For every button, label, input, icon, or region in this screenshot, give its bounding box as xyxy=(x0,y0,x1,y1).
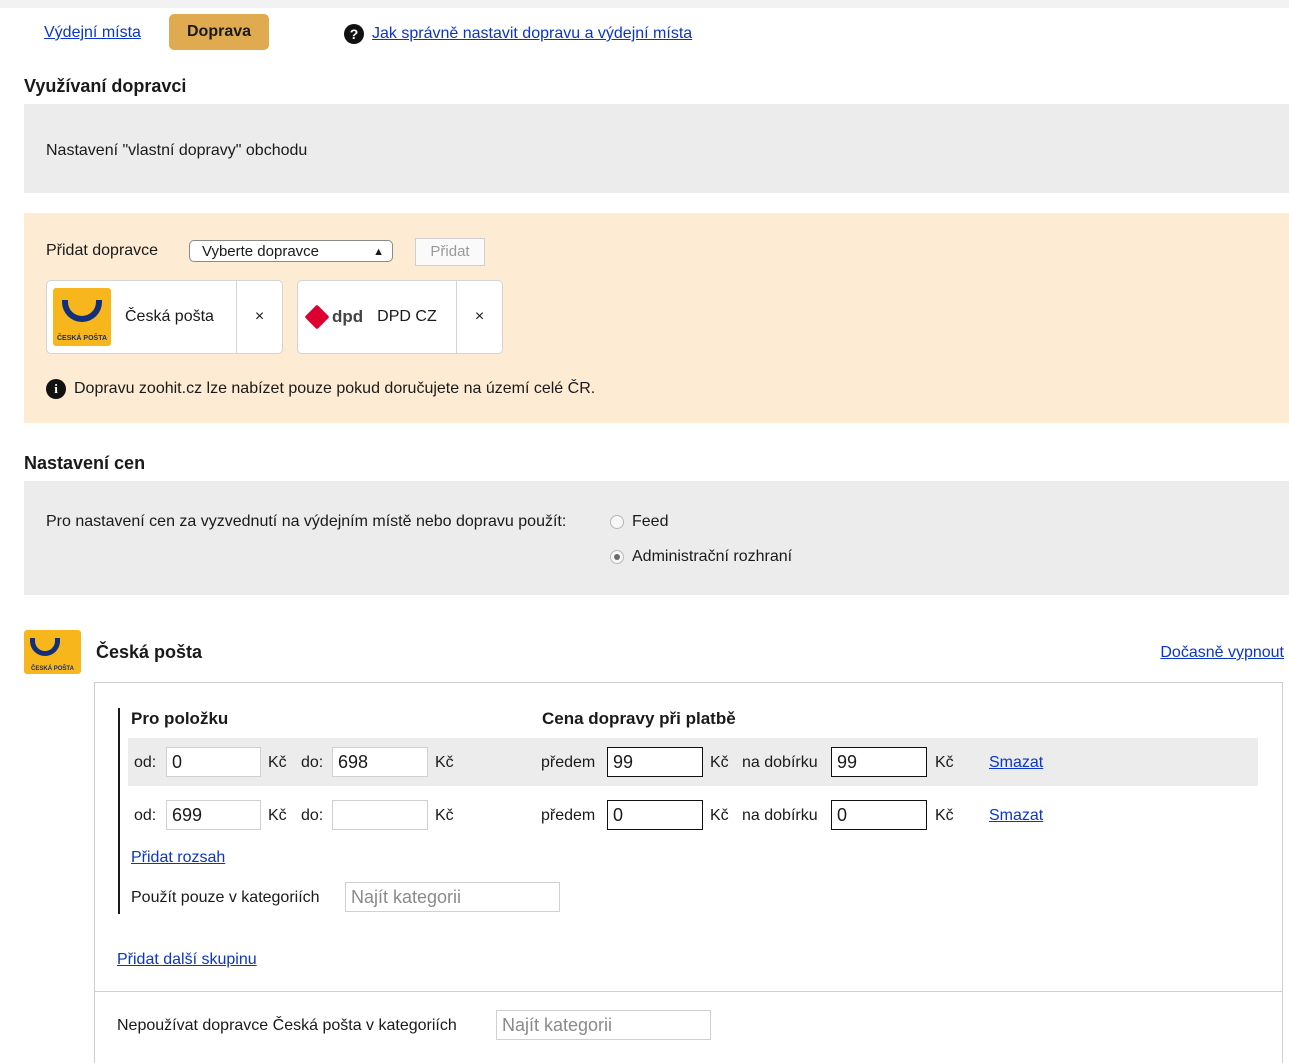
carrier-select-value: Vyberte dopravce xyxy=(202,243,320,260)
tab-shipping[interactable]: Doprava xyxy=(169,14,269,50)
own-shipping-box: Nastavení "vlastní dopravy" obchodu xyxy=(24,104,1289,193)
radio-circle-checked-icon xyxy=(610,550,624,564)
currency-label: Kč xyxy=(268,754,287,771)
radio-label: Feed xyxy=(632,513,669,530)
radio-admin[interactable]: Administrační rozhraní xyxy=(610,548,792,566)
prepaid-input[interactable]: 0 xyxy=(607,800,703,830)
info-message: i Dopravu zoohit.cz lze nabízet pouze po… xyxy=(46,379,595,399)
info-icon: i xyxy=(46,379,66,399)
info-text: Dopravu zoohit.cz lze nabízet pouze poku… xyxy=(74,380,596,397)
ceska-posta-logo-icon: ČESKÁ POŠTA xyxy=(53,288,111,346)
own-shipping-text: Nastavení "vlastní dopravy" obchodu xyxy=(46,142,308,159)
col-item-heading: Pro položku xyxy=(131,709,229,728)
carrier-name: Česká pošta xyxy=(125,308,214,325)
logo-caption: ČESKÁ POŠTA xyxy=(56,335,108,342)
currency-label: Kč xyxy=(935,754,954,771)
currency-label: Kč xyxy=(710,754,729,771)
delete-row-link[interactable]: Smazat xyxy=(989,754,1043,772)
help-link-wrapper[interactable]: ? Jak správně nastavit dopravu a výdejní… xyxy=(344,24,692,44)
remove-carrier-button[interactable]: × xyxy=(236,281,282,353)
categories-label: Použít pouze v kategoriích xyxy=(131,889,320,906)
from-input[interactable]: 0 xyxy=(166,747,261,777)
divider xyxy=(95,991,1282,992)
question-icon: ? xyxy=(344,24,364,44)
cod-input[interactable]: 99 xyxy=(831,747,927,777)
radio-circle-icon xyxy=(610,515,624,529)
cod-label: na dobírku xyxy=(742,754,818,771)
top-strip xyxy=(0,0,1289,8)
prices-heading: Nastavení cen xyxy=(24,453,146,473)
col-price-heading: Cena dopravy při platbě xyxy=(542,709,736,728)
from-label: od: xyxy=(134,807,157,824)
add-group-link[interactable]: Přidat další skupinu xyxy=(117,951,257,969)
prepaid-label: předem xyxy=(541,807,596,824)
add-carrier-label: Přidat dopravce xyxy=(46,242,159,259)
remove-carrier-button[interactable]: × xyxy=(456,281,502,353)
carrier-section-title: Česká pošta xyxy=(96,642,203,662)
cod-input[interactable]: 0 xyxy=(831,800,927,830)
dpd-logo-text: dpd xyxy=(332,307,364,326)
logo-caption: ČESKÁ POŠTA xyxy=(31,666,74,672)
carrier-card-ceska-posta: ČESKÁ POŠTA Česká pošta × xyxy=(46,280,283,354)
prepaid-label: předem xyxy=(541,754,596,771)
close-icon: × xyxy=(254,308,265,325)
help-link[interactable]: Jak správně nastavit dopravu a výdejní m… xyxy=(372,25,692,43)
ceska-posta-logo-icon: ČESKÁ POŠTA xyxy=(24,630,81,674)
to-label: do: xyxy=(301,754,324,771)
temporarily-disable-link[interactable]: Dočasně vypnout xyxy=(1160,644,1284,662)
carrier-card-dpd: dpd DPD CZ × xyxy=(297,280,503,354)
to-label: do: xyxy=(301,807,324,824)
cod-label: na dobírku xyxy=(742,807,818,824)
exclude-category-search-input[interactable]: Najít kategorii xyxy=(496,1010,711,1040)
carriers-heading: Využívaní dopravci xyxy=(24,76,187,96)
carrier-name: DPD CZ xyxy=(377,308,437,325)
currency-label: Kč xyxy=(435,754,454,771)
prepaid-input[interactable]: 99 xyxy=(607,747,703,777)
category-search-input[interactable]: Najít kategorii xyxy=(345,882,560,912)
radio-feed[interactable]: Feed xyxy=(610,513,668,531)
dpd-logo-icon: dpd xyxy=(304,304,364,330)
currency-label: Kč xyxy=(710,807,729,824)
price-source-label: Pro nastavení cen za vyzvednutí na výdej… xyxy=(46,513,567,530)
exclude-categories-label: Nepoužívat dopravce Česká pošta v katego… xyxy=(117,1017,457,1034)
from-input[interactable]: 699 xyxy=(166,800,261,830)
radio-label: Administrační rozhraní xyxy=(632,548,793,565)
add-range-link[interactable]: Přidat rozsah xyxy=(131,849,225,867)
close-icon: × xyxy=(474,308,485,325)
to-input[interactable] xyxy=(332,800,428,830)
currency-label: Kč xyxy=(268,807,287,824)
price-source-box: Pro nastavení cen za vyzvednutí na výdej… xyxy=(24,481,1289,595)
currency-label: Kč xyxy=(435,807,454,824)
group-bar xyxy=(118,708,120,914)
carriers-box: Přidat dopravce Vyberte dopravce ▲ Přida… xyxy=(24,213,1289,423)
select-arrows-icon: ▲ xyxy=(373,246,384,258)
tab-pickup-points[interactable]: Výdejní místa xyxy=(44,24,141,42)
carrier-select[interactable]: Vyberte dopravce ▲ xyxy=(189,240,393,262)
from-label: od: xyxy=(134,754,157,771)
currency-label: Kč xyxy=(935,807,954,824)
delete-row-link[interactable]: Smazat xyxy=(989,807,1043,825)
to-input[interactable]: 698 xyxy=(332,747,428,777)
add-carrier-button[interactable]: Přidat xyxy=(415,238,485,266)
